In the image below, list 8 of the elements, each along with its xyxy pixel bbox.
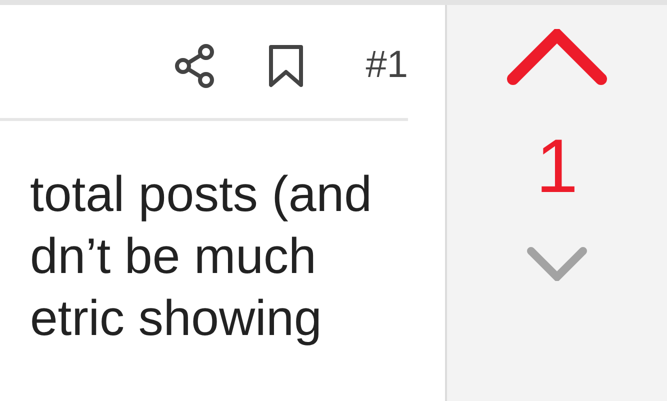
bookmark-icon [268, 44, 304, 88]
upvote-button[interactable] [507, 29, 607, 85]
bookmark-button[interactable] [268, 44, 304, 88]
post-number[interactable]: #1 [366, 37, 408, 94]
vote-score: 1 [536, 129, 578, 205]
share-icon [174, 44, 216, 88]
post-body-text: total posts (and dn’t be much etric showing [29, 165, 373, 348]
share-button[interactable] [174, 44, 216, 88]
